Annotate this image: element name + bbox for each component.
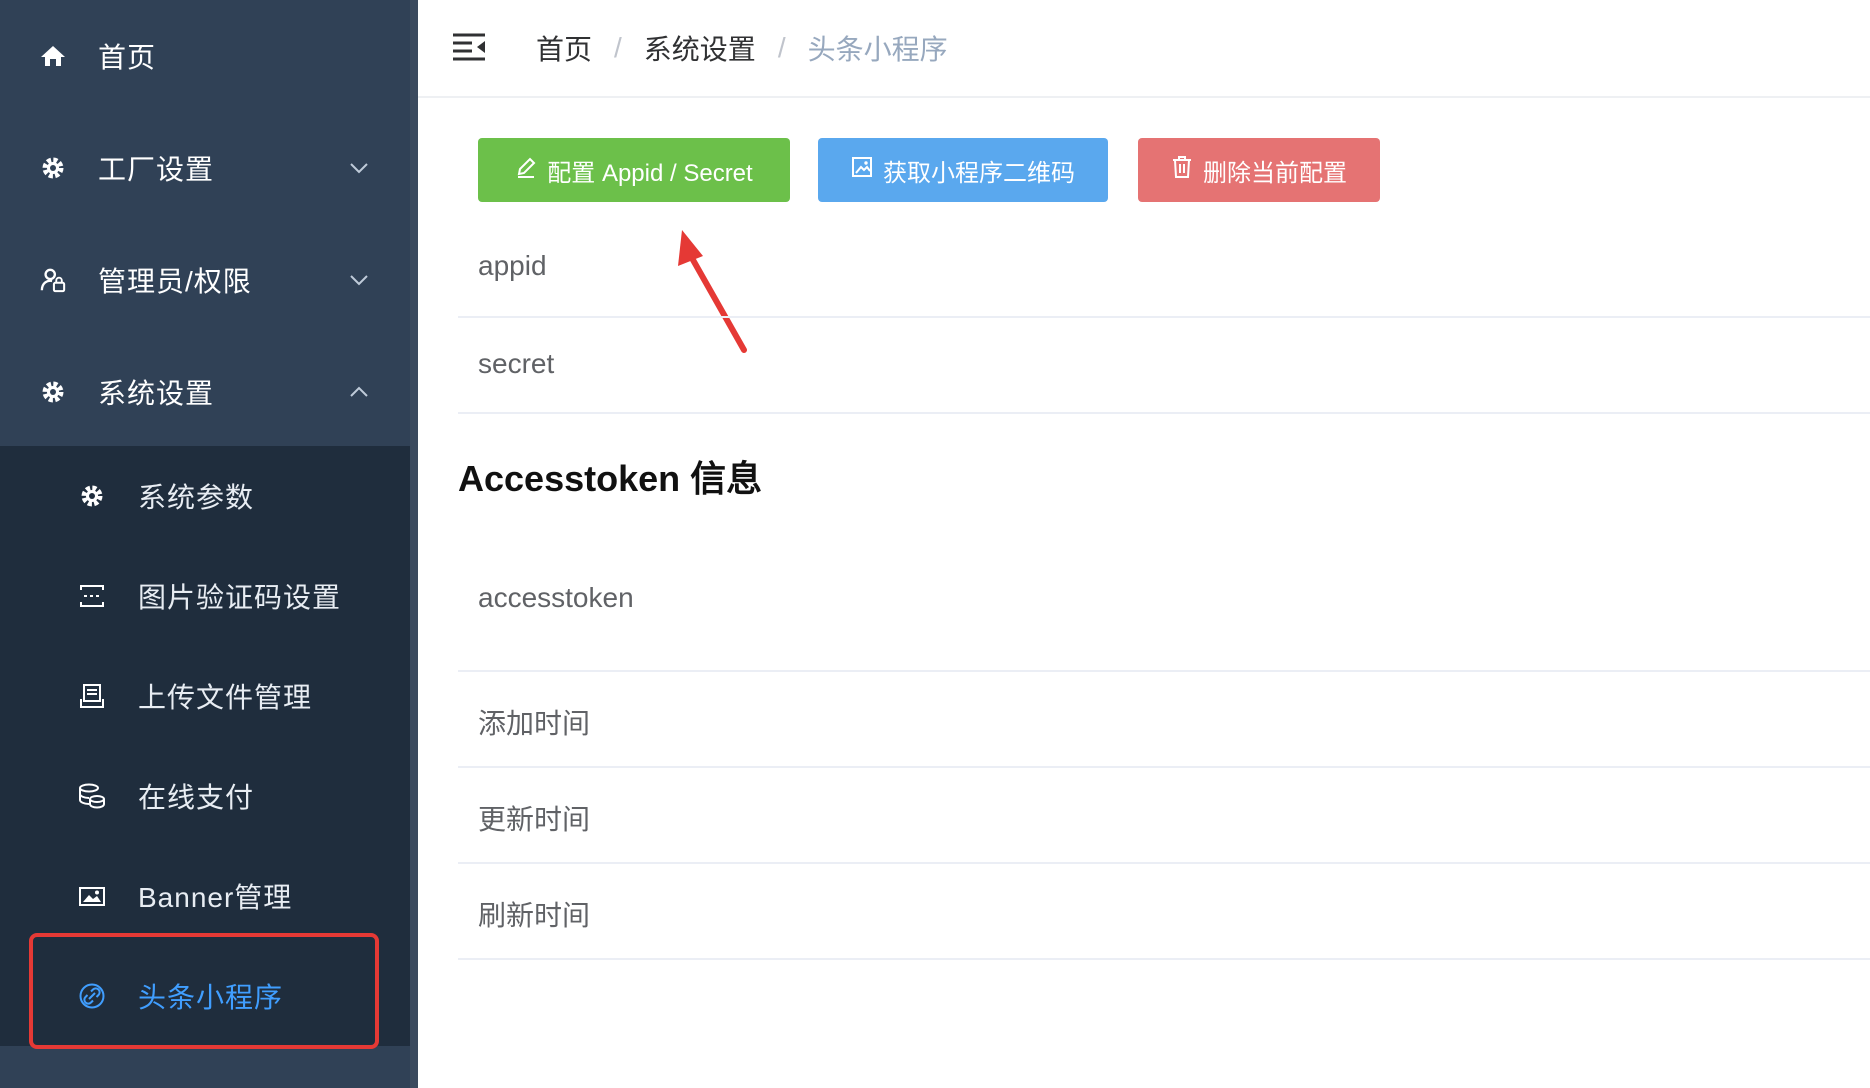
field-row-add-time: 添加时间 [458,672,1870,768]
sidebar-item-label: 在线支付 [138,782,255,813]
sidebar-item-system-params[interactable]: 系统参数 [0,446,410,546]
button-label: 删除当前配置 [1203,159,1347,187]
field-row-accesstoken: accesstoken [458,526,1870,672]
field-label-update-time: 更新时间 [478,804,591,835]
sidebar-item-system-settings[interactable]: 系统设置 [0,336,410,448]
field-label-refresh-time: 刷新时间 [478,900,591,931]
delete-config-button[interactable]: 删除当前配置 [1138,138,1380,202]
captcha-icon [78,582,106,610]
field-row-refresh-time: 刷新时间 [458,864,1870,960]
file-icon [78,682,106,710]
sidebar-item-label: 系统设置 [98,378,215,409]
sidebar-item-admin-permissions[interactable]: 管理员/权限 [0,224,410,336]
field-label-secret: secret [478,348,555,379]
image-icon [78,882,106,910]
sidebar-item-label: 图片验证码设置 [138,582,342,613]
user-lock-icon [40,267,66,293]
sidebar: 首页 工厂设置 管理员/权限 系统设置 系统参数 图片验证码设置 上传文件管理 … [0,0,418,1088]
breadcrumb-separator: / [777,32,786,63]
sidebar-item-label: 系统参数 [138,482,255,513]
button-label: 获取小程序二维码 [883,159,1075,187]
sidebar-item-captcha-settings[interactable]: 图片验证码设置 [0,546,410,646]
system-settings-submenu: 系统参数 图片验证码设置 上传文件管理 在线支付 Banner管理 头条小程序 [0,446,410,1046]
field-label-appid: appid [478,250,547,281]
hamburger-icon[interactable] [452,32,486,62]
sidebar-item-toutiao-miniprogram[interactable]: 头条小程序 [0,946,410,1046]
section-title-accesstoken: Accesstoken 信息 [458,458,763,499]
breadcrumb-item-home[interactable]: 首页 [536,28,592,68]
edit-icon [515,156,537,185]
sidebar-item-online-payment[interactable]: 在线支付 [0,746,410,846]
field-label-accesstoken: accesstoken [478,582,634,613]
chevron-up-icon [348,381,370,403]
chevron-down-icon [348,157,370,179]
image-icon [851,156,873,185]
sidebar-item-label: 工厂设置 [98,154,215,185]
trash-icon [1171,155,1193,186]
gear-icon [40,379,66,405]
field-row-appid: appid [458,222,1870,318]
breadcrumb-item-system-settings[interactable]: 系统设置 [644,28,756,68]
get-qrcode-button[interactable]: 获取小程序二维码 [818,138,1108,202]
sidebar-item-label: Banner管理 [138,882,293,913]
breadcrumb-separator: / [614,32,622,63]
gear-icon [78,482,106,510]
sidebar-scrollbar[interactable] [410,0,418,1088]
home-icon [40,43,66,69]
config-appid-secret-button[interactable]: 配置 Appid / Secret [478,138,790,202]
sidebar-item-home[interactable]: 首页 [0,0,410,112]
sidebar-item-label: 头条小程序 [138,982,284,1013]
coins-icon [78,782,106,810]
chevron-down-icon [348,269,370,291]
field-row-secret: secret [458,318,1870,414]
sidebar-item-label: 上传文件管理 [138,682,313,713]
sidebar-item-label: 管理员/权限 [98,266,252,297]
button-label: 配置 Appid / Secret [547,159,753,187]
breadcrumb: 首页 / 系统设置 / 头条小程序 [536,28,948,68]
sidebar-item-label: 首页 [98,42,157,73]
sidebar-item-upload-files[interactable]: 上传文件管理 [0,646,410,746]
field-label-add-time: 添加时间 [478,708,591,739]
field-row-update-time: 更新时间 [458,768,1870,864]
link-icon [78,982,106,1010]
gear-icon [40,155,66,181]
sidebar-item-banner-management[interactable]: Banner管理 [0,846,410,946]
breadcrumb-item-current: 头条小程序 [807,34,948,65]
sidebar-item-factory-settings[interactable]: 工厂设置 [0,112,410,224]
